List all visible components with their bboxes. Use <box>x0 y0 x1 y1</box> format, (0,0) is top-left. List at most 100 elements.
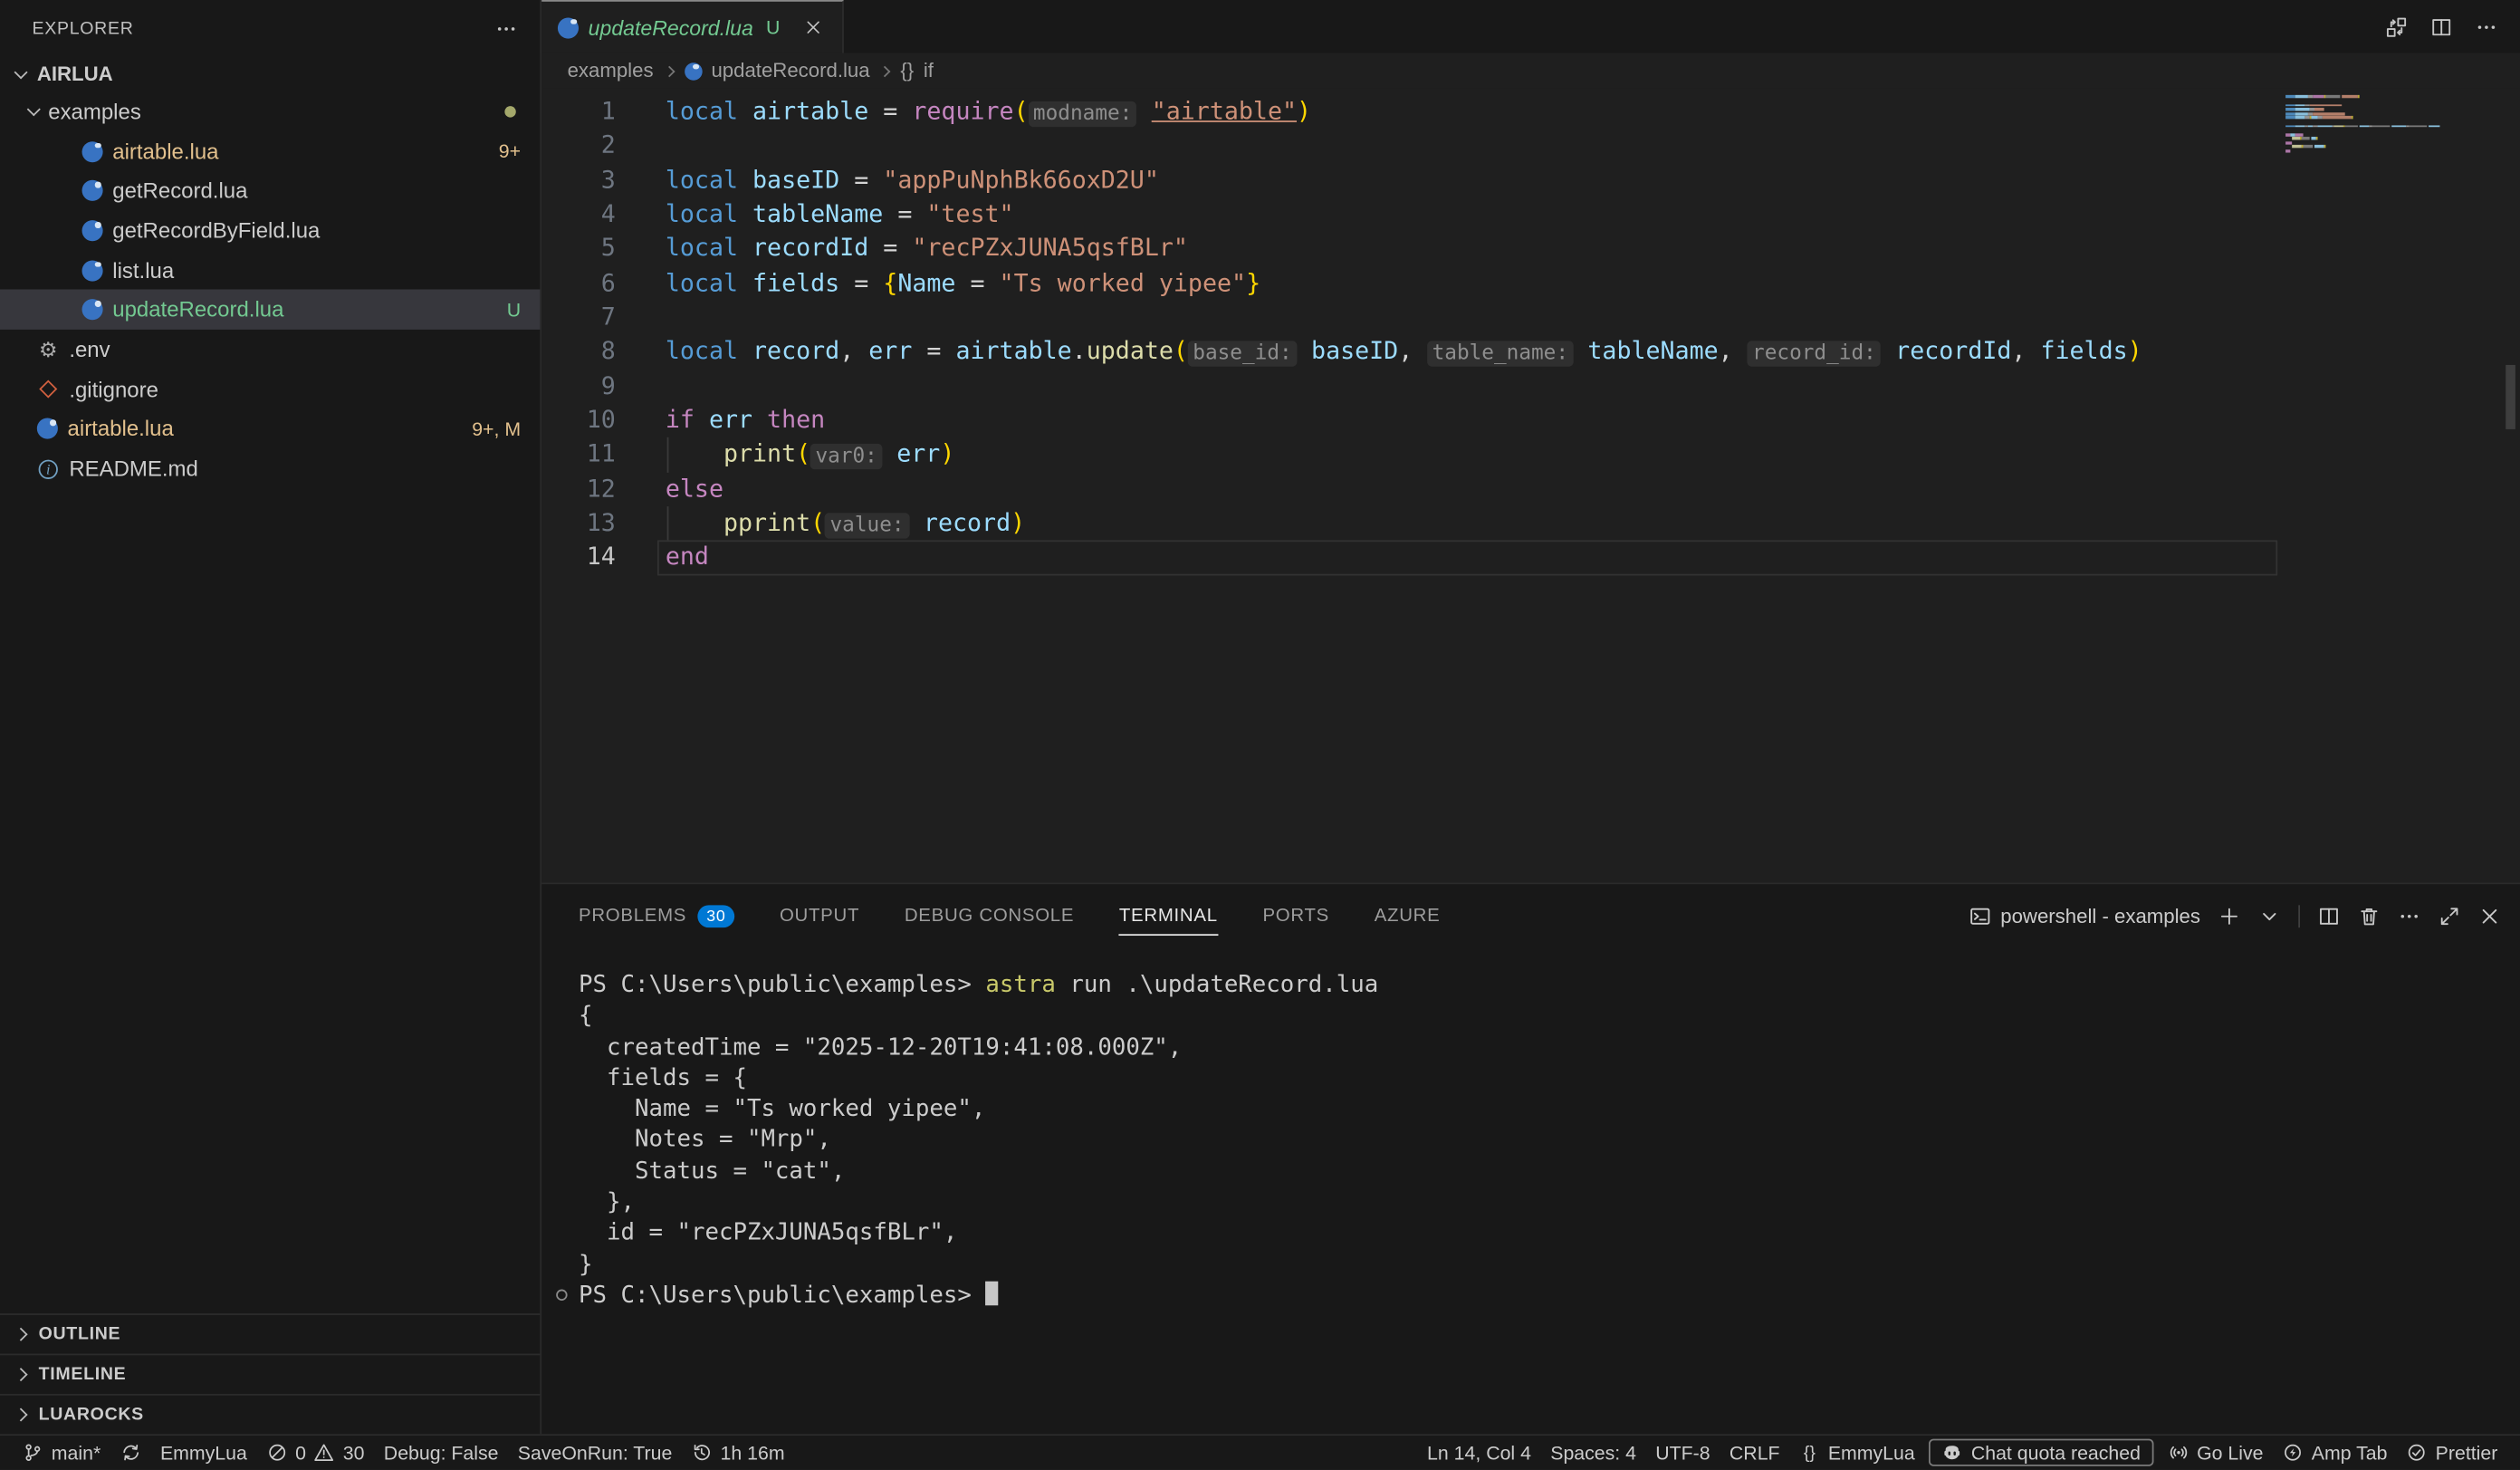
chevron-right-icon <box>879 65 891 77</box>
tab-git-status-badge: U <box>766 16 780 39</box>
statusbar-item-git-branch[interactable]: main* <box>13 1436 110 1469</box>
line-number: 8 <box>541 335 616 370</box>
code-editor[interactable]: 1local airtable = require(modname: "airt… <box>541 89 2520 883</box>
breadcrumb-file[interactable]: updateRecord.lua <box>711 60 869 82</box>
panel-tab-output[interactable]: OUTPUT <box>780 884 859 948</box>
panel-tab-problems[interactable]: PROBLEMS30 <box>579 884 734 948</box>
more-actions-icon[interactable] <box>2398 905 2420 927</box>
statusbar-item-indentation[interactable]: Spaces: 4 <box>1541 1436 1646 1469</box>
statusbar-item-eol[interactable]: CRLF <box>1720 1436 1789 1469</box>
terminal-instance-selector[interactable]: powershell - examples <box>1969 905 2200 927</box>
code-line[interactable]: 2 <box>541 130 2520 164</box>
code-line[interactable]: 3local baseID = "appPuNphBk66oxD2U" <box>541 163 2520 197</box>
statusbar-item-debug-flag[interactable]: Debug: False <box>374 1436 508 1469</box>
statusbar-item-cursor-position[interactable]: Ln 14, Col 4 <box>1417 1436 1540 1469</box>
statusbar-item-emmylua-server[interactable]: EmmyLua <box>150 1436 256 1469</box>
panel-tab-terminal[interactable]: TERMINAL <box>1119 884 1218 948</box>
code-line[interactable]: 9 <box>541 370 2520 404</box>
open-changes-icon[interactable] <box>2385 15 2408 38</box>
split-editor-icon[interactable] <box>2430 15 2453 38</box>
line-number: 3 <box>541 163 616 197</box>
info-icon <box>39 459 58 478</box>
close-panel-icon[interactable] <box>2478 905 2501 927</box>
code-line[interactable]: 4local tableName = "test" <box>541 197 2520 232</box>
file-item-airtable-lua[interactable]: airtable.lua9+ <box>0 131 540 171</box>
file-label: airtable.lua <box>68 417 174 441</box>
file-item-updaterecord-lua[interactable]: updateRecord.luaU <box>0 290 540 330</box>
more-actions-icon[interactable] <box>2476 15 2498 38</box>
panel-tab-azure[interactable]: AZURE <box>1375 884 1441 948</box>
file-item-getrecordbyfield-lua[interactable]: getRecordByField.lua <box>0 211 540 251</box>
statusbar-item-problems[interactable]: 030 <box>257 1436 375 1469</box>
code-text: print(var0: err) <box>666 438 955 473</box>
sidebar-section-outline[interactable]: OUTLINE <box>0 1313 540 1353</box>
breadcrumb: examples updateRecord.lua {} if <box>541 53 2520 89</box>
powershell-icon <box>1969 905 1991 927</box>
line-number: 13 <box>541 506 616 541</box>
tab-updaterecord-lua[interactable]: updateRecord.lua U <box>541 0 844 53</box>
panel-tab-ports[interactable]: PORTS <box>1262 884 1329 948</box>
file-label: list.lua <box>112 258 174 283</box>
statusbar-item-copilot-status[interactable]: Chat quota reached <box>1930 1439 2153 1466</box>
terminal-output[interactable]: PS C:\Users\public\examples> astra run .… <box>541 948 2520 1434</box>
file-item-readme-md[interactable]: README.md <box>0 449 540 489</box>
file-item-gitignore[interactable]: .gitignore <box>0 370 540 409</box>
code-line[interactable]: 8local record, err = airtable.update(bas… <box>541 335 2520 370</box>
code-line[interactable]: 10if err then <box>541 404 2520 438</box>
code-text: pprint(value: record) <box>666 506 1025 541</box>
command-decoration-icon[interactable] <box>556 1290 567 1301</box>
code-line[interactable]: 1local airtable = require(modname: "airt… <box>541 95 2520 130</box>
maximize-panel-icon[interactable] <box>2439 905 2461 927</box>
statusbar-item-session-timer[interactable]: 1h 16m <box>682 1436 794 1469</box>
breadcrumb-folder[interactable]: examples <box>568 60 654 82</box>
statusbar-item-label: Go Live <box>2197 1441 2263 1464</box>
editor-scrollbar[interactable] <box>2506 365 2515 429</box>
explorer-title: EXPLORER <box>33 18 134 37</box>
code-line[interactable]: 14end <box>541 541 2520 575</box>
editor-tab-bar: updateRecord.lua U <box>541 0 2520 53</box>
file-item-airtable-lua[interactable]: airtable.lua9+, M <box>0 409 540 449</box>
split-terminal-icon[interactable] <box>2318 905 2341 927</box>
file-item-getrecord-lua[interactable]: getRecord.lua <box>0 171 540 211</box>
explorer-more-actions-icon[interactable] <box>495 17 518 40</box>
section-label: OUTLINE <box>39 1325 121 1344</box>
statusbar-item-prettier[interactable]: Prettier <box>2397 1436 2507 1469</box>
code-line[interactable]: 13 pprint(value: record) <box>541 506 2520 541</box>
chevron-right-icon <box>14 1408 28 1421</box>
line-number: 1 <box>541 95 616 130</box>
chevron-right-icon <box>663 65 675 77</box>
warning-icon <box>314 1442 335 1463</box>
breadcrumb-symbol[interactable]: if <box>924 60 934 82</box>
statusbar-item-label: Prettier <box>2436 1441 2498 1464</box>
statusbar-item-encoding[interactable]: UTF-8 <box>1646 1436 1720 1469</box>
statusbar-item-save-on-run[interactable]: SaveOnRun: True <box>508 1436 682 1469</box>
workspace-root[interactable]: AIRLUA <box>0 56 540 91</box>
broadcast-icon <box>2168 1442 2189 1463</box>
close-tab-icon[interactable] <box>801 14 827 40</box>
code-line[interactable]: 6local fields = {Name = "Ts worked yipee… <box>541 266 2520 301</box>
code-lines: 1local airtable = require(modname: "airt… <box>541 95 2520 575</box>
select-profile-icon[interactable] <box>2258 905 2281 927</box>
code-line[interactable]: 5local recordId = "recPZxJUNA5qsfBLr" <box>541 232 2520 266</box>
sidebar-section-timeline[interactable]: TIMELINE <box>0 1354 540 1394</box>
new-terminal-icon[interactable] <box>2218 905 2241 927</box>
tab-title: updateRecord.lua <box>589 15 753 40</box>
terminal-line: id = "recPZxJUNA5qsfBLr", <box>579 1219 2520 1250</box>
statusbar-item-amp-tab[interactable]: Amp Tab <box>2273 1436 2397 1469</box>
sidebar-section-luarocks[interactable]: LUAROCKS <box>0 1394 540 1434</box>
file-item-env[interactable]: ⚙.env <box>0 330 540 370</box>
chevron-right-icon <box>14 1328 28 1341</box>
section-label: LUAROCKS <box>39 1405 144 1424</box>
statusbar-item-go-live[interactable]: Go Live <box>2158 1436 2273 1469</box>
statusbar-item-language-mode[interactable]: {}EmmyLua <box>1789 1436 1924 1469</box>
code-line[interactable]: 11 print(var0: err) <box>541 438 2520 473</box>
kill-terminal-icon[interactable] <box>2358 905 2381 927</box>
code-line[interactable]: 12else <box>541 472 2520 506</box>
line-number: 14 <box>541 541 616 575</box>
panel-tab-debug-console[interactable]: DEBUG CONSOLE <box>905 884 1074 948</box>
file-item-list-lua[interactable]: list.lua <box>0 250 540 290</box>
minimap[interactable] <box>2285 95 2439 153</box>
file-item-examples[interactable]: examples <box>0 91 540 131</box>
statusbar-item-sync[interactable] <box>110 1436 150 1469</box>
code-line[interactable]: 7 <box>541 301 2520 335</box>
